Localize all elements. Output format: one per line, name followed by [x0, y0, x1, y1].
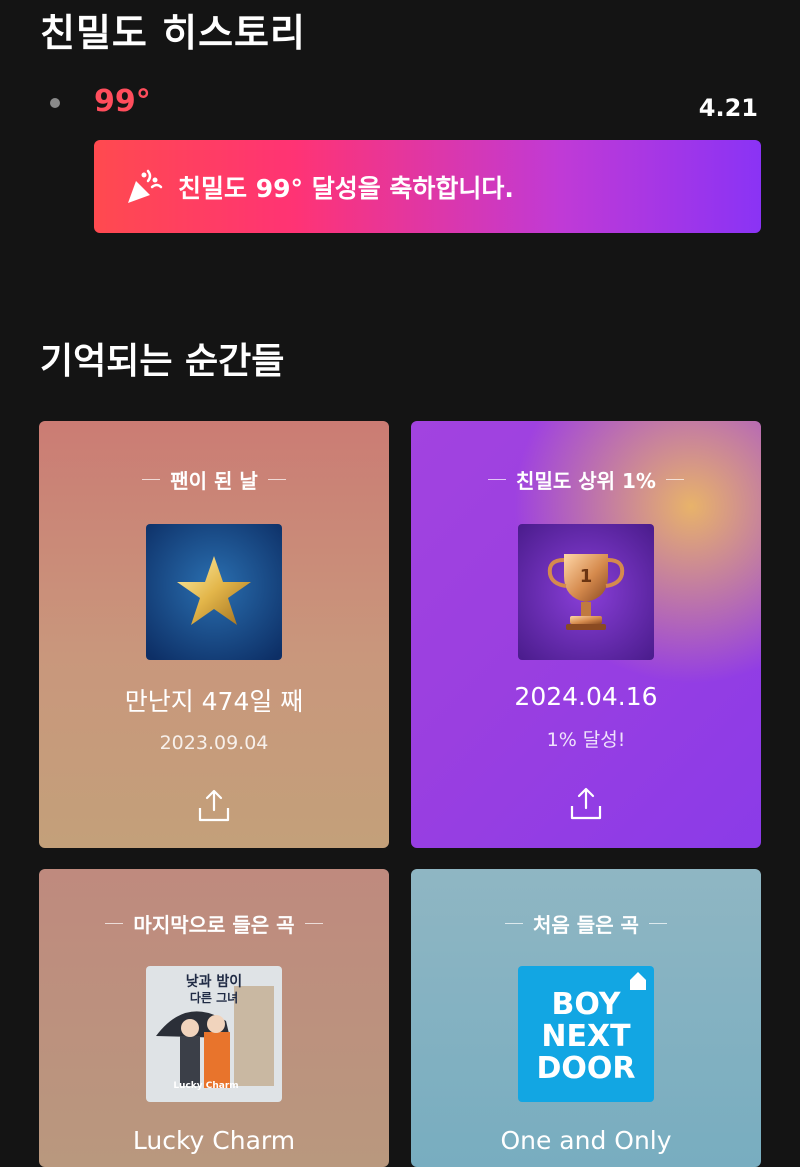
timeline-dot — [50, 98, 60, 108]
label-divider — [505, 923, 524, 924]
album-song-text: Lucky Charm — [173, 1081, 238, 1091]
banner-text: 친밀도 99° 달성을 축하합니다. — [178, 173, 514, 203]
card-main-text: One and Only — [500, 1126, 672, 1155]
label-divider — [488, 479, 507, 480]
label-divider — [105, 923, 124, 924]
history-date: 4.21 — [698, 94, 758, 122]
card-label: 팬이 된 날 — [170, 469, 258, 493]
card-main-text: 만난지 474일 째 — [124, 687, 304, 716]
logo-line3: DOOR — [536, 1051, 635, 1086]
label-divider — [648, 923, 667, 924]
history-title: 친밀도 히스토리 — [40, 11, 306, 55]
moment-card-first-song[interactable]: 처음 들은 곡 BOY NEXT DOOR One and Only — [411, 869, 761, 1167]
card-main-text: 2024.04.16 — [514, 682, 658, 711]
album-art-icon: 낮과 밤이 다른 그녀 Lucky Charm — [146, 966, 282, 1102]
logo-line1: BOY — [551, 987, 621, 1022]
boynextdoor-logo-icon: BOY NEXT DOOR — [518, 966, 654, 1102]
label-divider — [142, 479, 161, 480]
card-main-text: Lucky Charm — [132, 1126, 296, 1155]
degree-value: 99° — [94, 84, 151, 119]
share-icon[interactable] — [194, 786, 234, 826]
logo-line2: NEXT — [541, 1019, 631, 1054]
label-divider — [665, 479, 684, 480]
moment-card-top-percent[interactable]: 친밀도 상위 1% 1 2024.04.16 1% 달성! — [411, 421, 761, 848]
trophy-icon: 1 — [518, 524, 654, 660]
moments-title: 기억되는 순간들 — [40, 341, 285, 382]
moment-card-fan-day[interactable]: 팬이 된 날 만난지 474일 째 2023.09.04 — [39, 421, 389, 848]
card-sub-text: 2023.09.04 — [159, 732, 269, 754]
share-icon[interactable] — [566, 784, 606, 824]
label-divider — [267, 479, 286, 480]
card-label-wrap: 처음 들은 곡 — [505, 909, 667, 938]
congrats-banner[interactable]: 친밀도 99° 달성을 축하합니다. — [94, 140, 761, 233]
party-popper-icon — [128, 169, 163, 203]
star-icon — [146, 524, 282, 660]
label-divider — [304, 923, 323, 924]
card-label: 친밀도 상위 1% — [516, 469, 656, 493]
svg-text:1: 1 — [580, 566, 593, 587]
card-label-wrap: 마지막으로 들은 곡 — [105, 909, 323, 938]
card-sub-text: 1% 달성! — [546, 729, 626, 751]
moment-card-last-song[interactable]: 마지막으로 들은 곡 낮과 밤이 다른 그녀 Lucky Charm Lucky… — [39, 869, 389, 1167]
card-label: 처음 들은 곡 — [533, 913, 639, 937]
card-label: 마지막으로 들은 곡 — [133, 913, 295, 937]
album-title-line2: 다른 그녀 — [190, 990, 238, 1005]
album-title-line1: 낮과 밤이 — [186, 973, 242, 990]
card-label-wrap: 친밀도 상위 1% — [488, 465, 684, 494]
card-label-wrap: 팬이 된 날 — [142, 465, 286, 494]
